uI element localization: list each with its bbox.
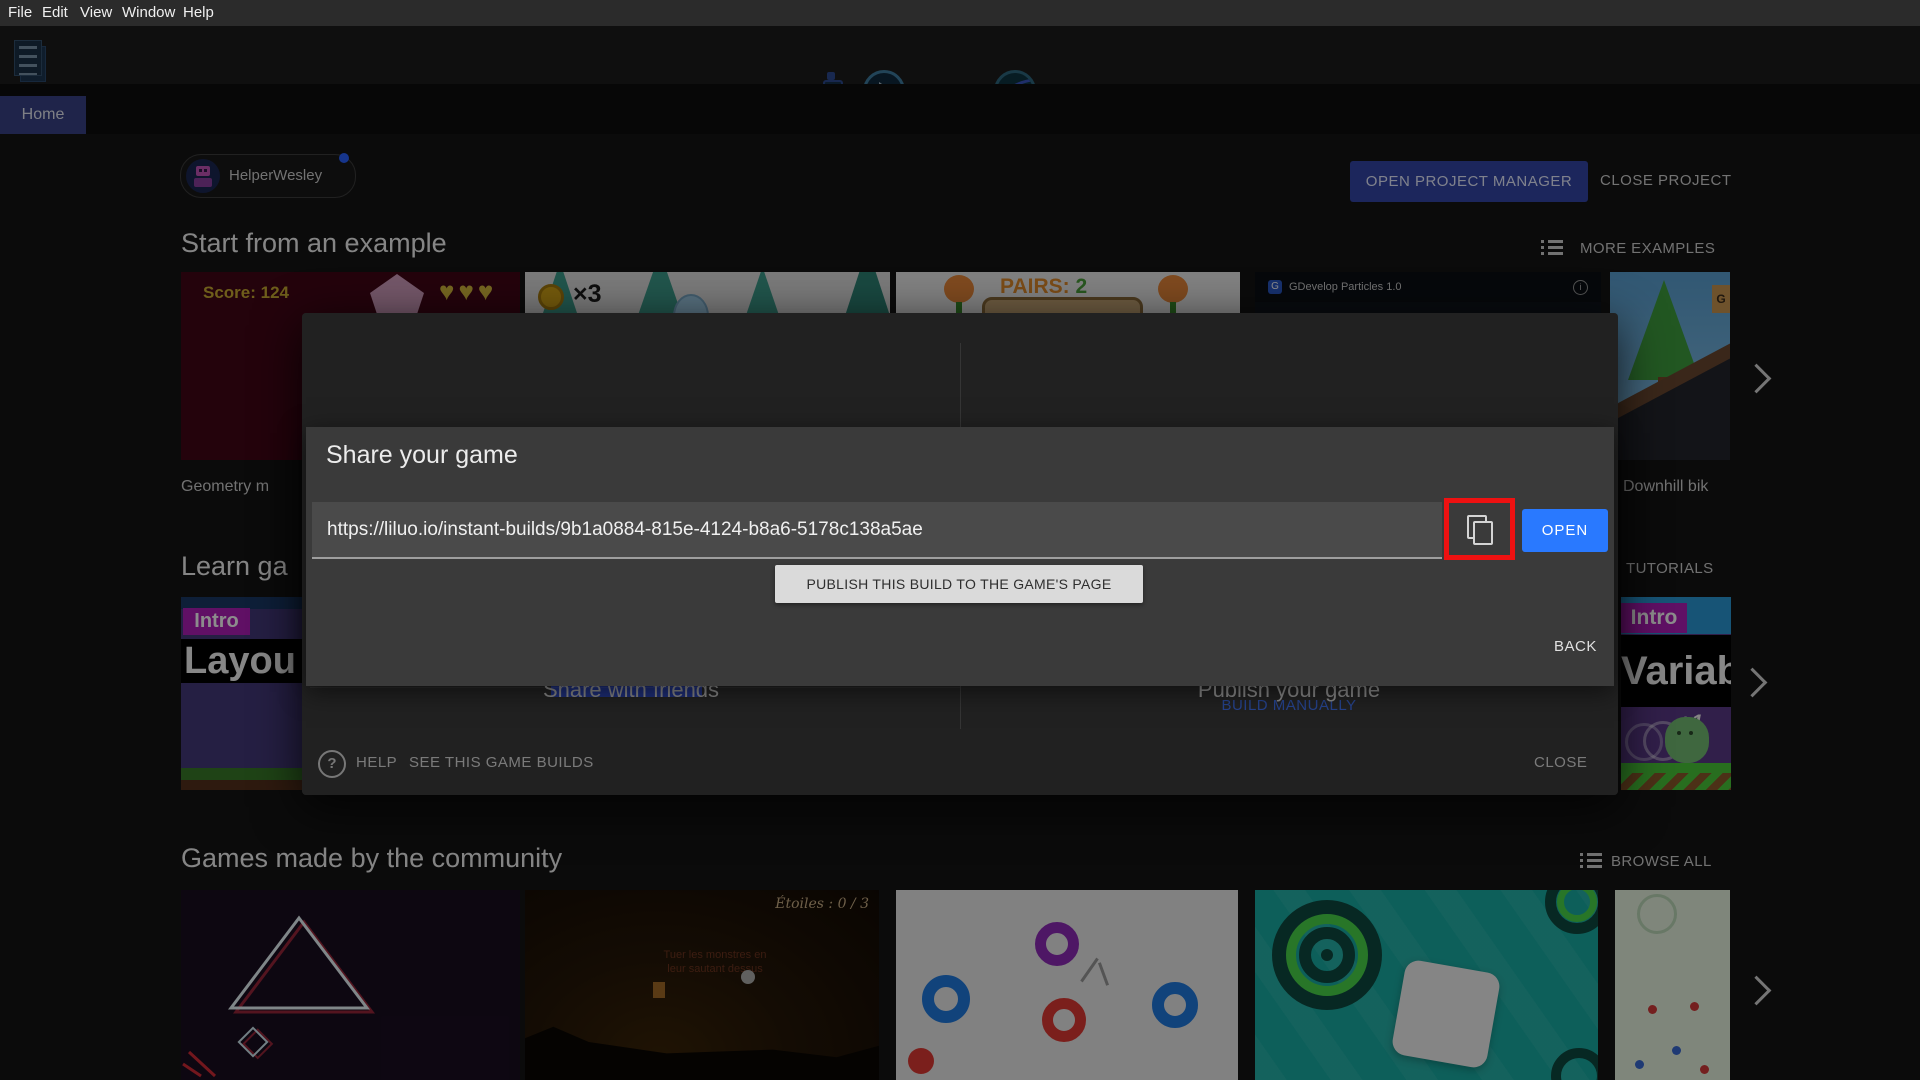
menu-bar: File Edit View Window Help (0, 0, 1920, 26)
copy-icon[interactable] (1466, 515, 1493, 545)
share-dialog: Share with friends Publish your game BUI… (302, 313, 1618, 795)
app-window: PREVIEW PUBLISH Home HelperWesley OPEN P… (0, 0, 1920, 1080)
highlight-box (1444, 498, 1515, 560)
menu-edit[interactable]: Edit (42, 4, 68, 21)
menu-view[interactable]: View (80, 4, 112, 21)
open-build-button[interactable]: OPEN (1522, 509, 1608, 552)
menu-help[interactable]: Help (183, 4, 214, 21)
menu-window[interactable]: Window (122, 4, 175, 21)
publish-build-button[interactable]: PUBLISH THIS BUILD TO THE GAME'S PAGE (775, 565, 1143, 603)
back-button[interactable]: BACK (1554, 638, 1597, 655)
panel-title: Share your game (326, 441, 518, 469)
share-result-panel: Share your game OPEN PUBLISH THIS BUILD … (306, 427, 1614, 686)
menu-file[interactable]: File (8, 4, 32, 21)
build-url-input[interactable] (312, 502, 1442, 559)
